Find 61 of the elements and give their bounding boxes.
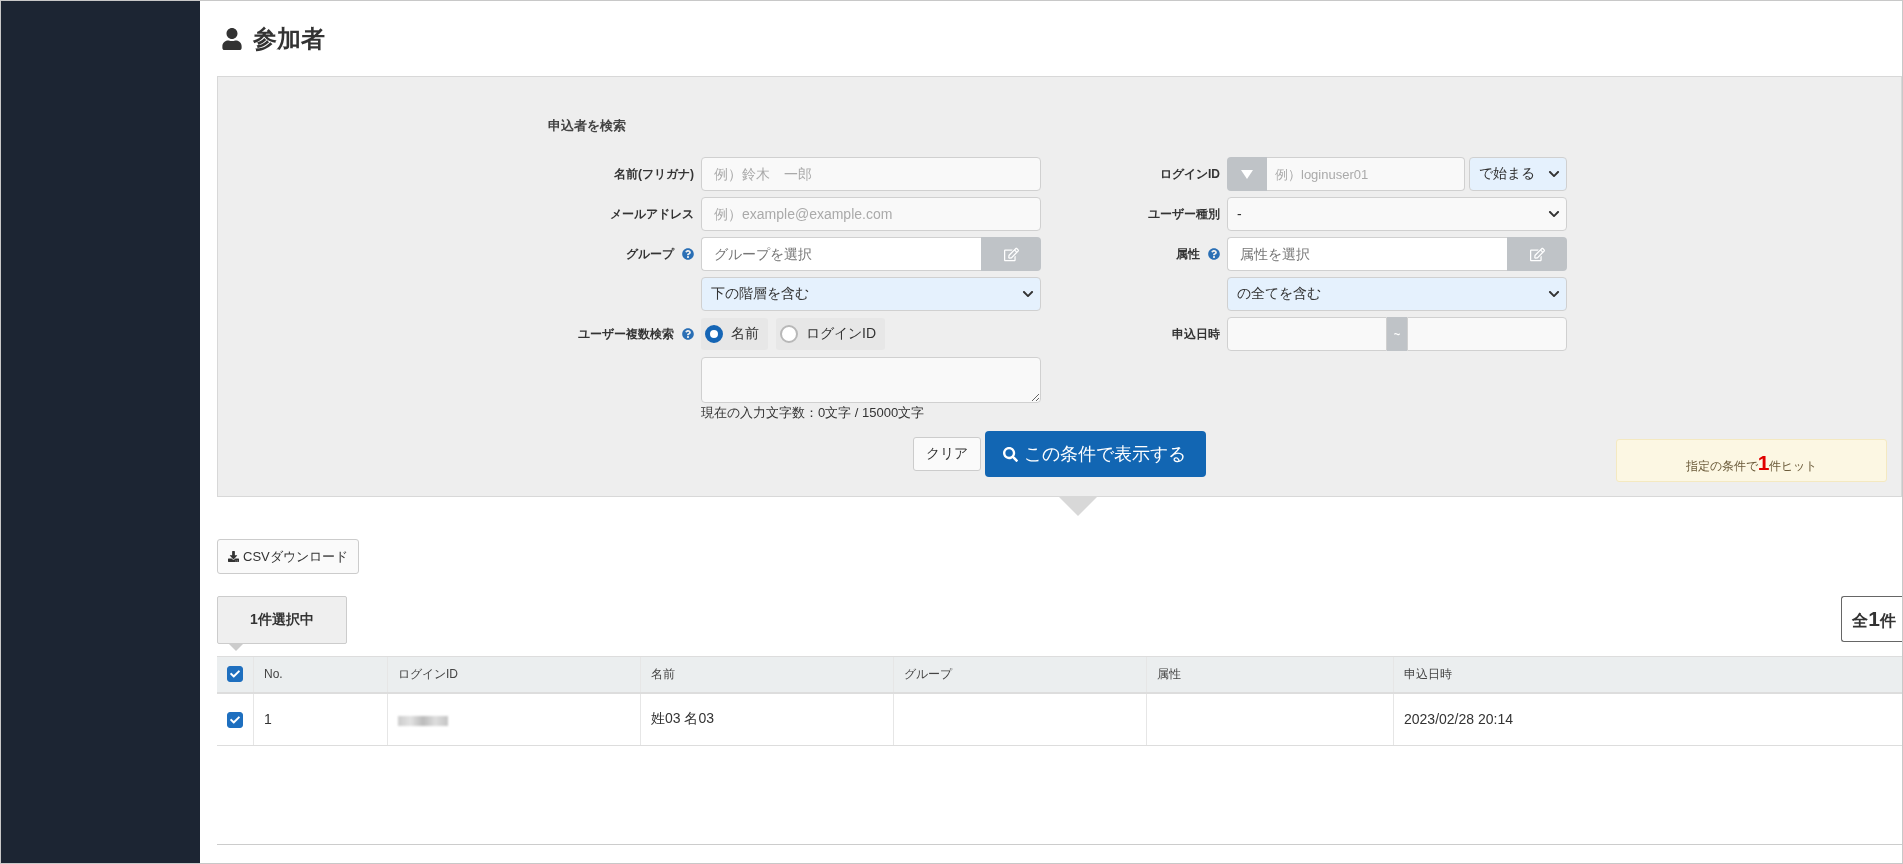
edit-icon [1529,246,1545,262]
help-icon[interactable] [682,328,694,340]
field-label: ユーザー種別 [1148,205,1220,223]
radio-option[interactable]: ログインID [776,318,885,350]
dropdown-button[interactable] [1227,157,1267,191]
check-icon [230,669,240,680]
field-label: 属性 [1176,245,1200,263]
redacted-mark [398,715,448,726]
input-field[interactable]: 属性を選択 [1227,237,1507,271]
column-header: No. [264,667,283,682]
character-counter: 現在の入力文字数：0文字 / 15000文字 [701,404,926,422]
column-header: 申込日時 [1404,666,1452,681]
column-header: 名前 [651,666,675,681]
checkbox[interactable] [227,711,243,728]
table-cell: 2023/02/28 20:14 [1404,711,1513,728]
select-field[interactable]: の全てを含む [1227,277,1567,311]
field-label: ユーザー複数検索 [578,325,674,343]
clear-button[interactable]: クリア [913,437,981,471]
date-input[interactable] [1407,317,1567,351]
range-separator: ~ [1387,317,1407,351]
column-header: 属性 [1157,666,1181,681]
edit-button[interactable] [981,237,1041,271]
edit-button[interactable] [1507,237,1567,271]
select-field[interactable]: 下の階層を含む [701,277,1041,311]
search-icon [1003,446,1018,462]
field-label: 名前(フリガナ) [614,165,694,183]
chevron-icon [1548,288,1560,300]
column-header: ログインID [398,666,458,681]
chevron-icon [1548,168,1560,180]
edit-icon [1003,246,1019,262]
field-label: グループ [626,245,674,263]
column-header: グループ [904,666,952,681]
checkbox[interactable] [227,666,243,683]
search-button[interactable]: この条件で表示する [985,431,1206,477]
radio-option[interactable]: 名前 [701,318,768,350]
input-field[interactable]: 例）loginuser01 [1267,157,1465,191]
field-label: ログインID [1160,165,1220,183]
select-field[interactable]: - [1227,197,1567,231]
table-cell: 1 [264,711,272,728]
date-input[interactable] [1227,317,1387,351]
field-label: 申込日時 [1172,325,1220,343]
help-icon[interactable] [1208,248,1220,260]
table-cell: 姓03 名03 [651,710,715,727]
hit-count-message: 指定の条件で1件ヒット [1616,439,1887,482]
check-icon [230,714,240,725]
chevron-icon [1548,208,1560,220]
download-icon [228,551,239,562]
csv-download-button[interactable]: CSVダウンロード [217,539,359,574]
input-field[interactable]: 例）example@example.com [701,197,1041,231]
page-title: 参加者 [253,23,325,54]
total-count: 全1件 [1841,596,1902,642]
user-icon [221,27,243,50]
chevron-icon [1022,288,1034,300]
select-field[interactable]: で始まる [1469,157,1567,191]
input-field[interactable]: 例）鈴木 一郎 [701,157,1041,191]
triangle-icon [1241,169,1253,179]
help-icon[interactable] [682,248,694,260]
input-field[interactable]: グループを選択 [701,237,981,271]
field-label: メールアドレス [610,205,694,223]
text-area[interactable] [701,357,1041,403]
section-heading: 申込者を検索 [548,117,627,135]
